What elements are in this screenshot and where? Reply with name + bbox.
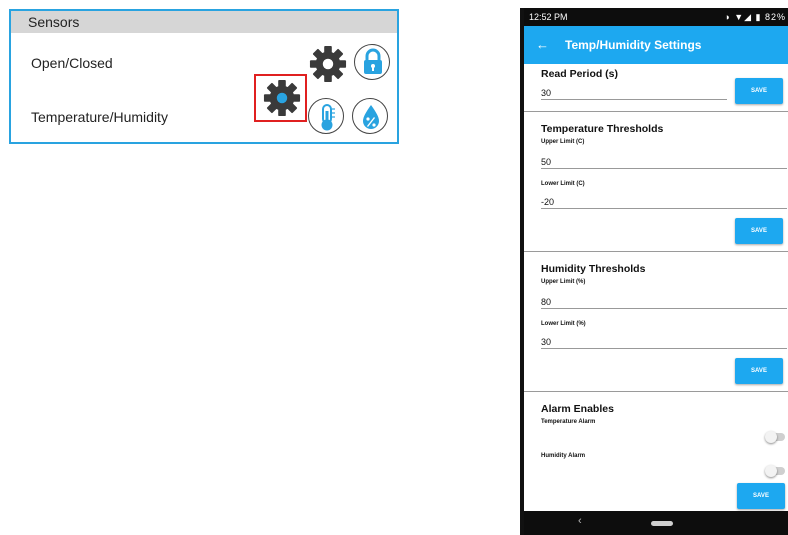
selection-highlight: [254, 74, 307, 122]
divider: [524, 391, 788, 392]
page-title: Temp/Humidity Settings: [565, 38, 702, 52]
nav-back-icon[interactable]: ‹: [578, 515, 582, 527]
save-humidity-button[interactable]: SAVE: [735, 358, 783, 384]
temperature-alarm-toggle[interactable]: [765, 431, 785, 443]
humidity-alarm-toggle[interactable]: [765, 465, 785, 477]
lock-icon[interactable]: [354, 44, 390, 80]
humidity-droplet-icon[interactable]: [352, 98, 388, 134]
section-title-alarms: Alarm Enables: [541, 403, 614, 415]
back-arrow-icon[interactable]: ←: [536, 26, 549, 64]
gear-icon[interactable]: [309, 45, 347, 83]
status-bar: 12:52 PM ◑ ▼◢ ▮ 82%: [524, 8, 788, 26]
divider: [524, 251, 788, 252]
section-title-temperature: Temperature Thresholds: [541, 123, 664, 135]
sensors-header: Sensors: [11, 11, 397, 33]
humidity-lower-label: Lower Limit (%): [541, 321, 586, 327]
read-period-input[interactable]: [541, 86, 727, 100]
sensor-label-temperature-humidity: Temperature/Humidity: [31, 109, 168, 125]
divider: [524, 111, 788, 112]
app-bar: ← Temp/Humidity Settings: [524, 26, 788, 64]
humidity-alarm-label: Humidity Alarm: [541, 453, 586, 459]
section-title-humidity: Humidity Thresholds: [541, 263, 646, 275]
temp-upper-input[interactable]: [541, 155, 787, 169]
phone-screen: 12:52 PM ◑ ▼◢ ▮ 82% ← Temp/Humidity Sett…: [520, 8, 788, 535]
navigation-bar: ‹: [524, 511, 788, 535]
save-alarms-button[interactable]: SAVE: [737, 483, 785, 509]
sensor-label-open-closed: Open/Closed: [31, 55, 113, 71]
save-read-period-button[interactable]: SAVE: [735, 78, 783, 104]
humidity-upper-label: Upper Limit (%): [541, 279, 586, 285]
temp-lower-label: Lower Limit (C): [541, 181, 585, 187]
toggle-knob: [765, 431, 777, 443]
sensors-panel: Sensors Open/Closed Temperature/Humidity: [9, 9, 399, 144]
temp-upper-label: Upper Limit (C): [541, 139, 585, 145]
nav-home-icon[interactable]: [651, 521, 673, 526]
humidity-lower-input[interactable]: [541, 335, 787, 349]
temperature-alarm-label: Temperature Alarm: [541, 419, 596, 425]
section-title-read-period: Read Period (s): [541, 68, 619, 80]
save-temperature-button[interactable]: SAVE: [735, 218, 783, 244]
temp-lower-input[interactable]: [541, 195, 787, 209]
status-time: 12:52 PM: [529, 12, 568, 22]
status-icons: ◑ ▼◢ ▮ 82%: [724, 12, 786, 22]
toggle-knob: [765, 465, 777, 477]
thermometer-icon[interactable]: [308, 98, 344, 134]
humidity-upper-input[interactable]: [541, 295, 787, 309]
